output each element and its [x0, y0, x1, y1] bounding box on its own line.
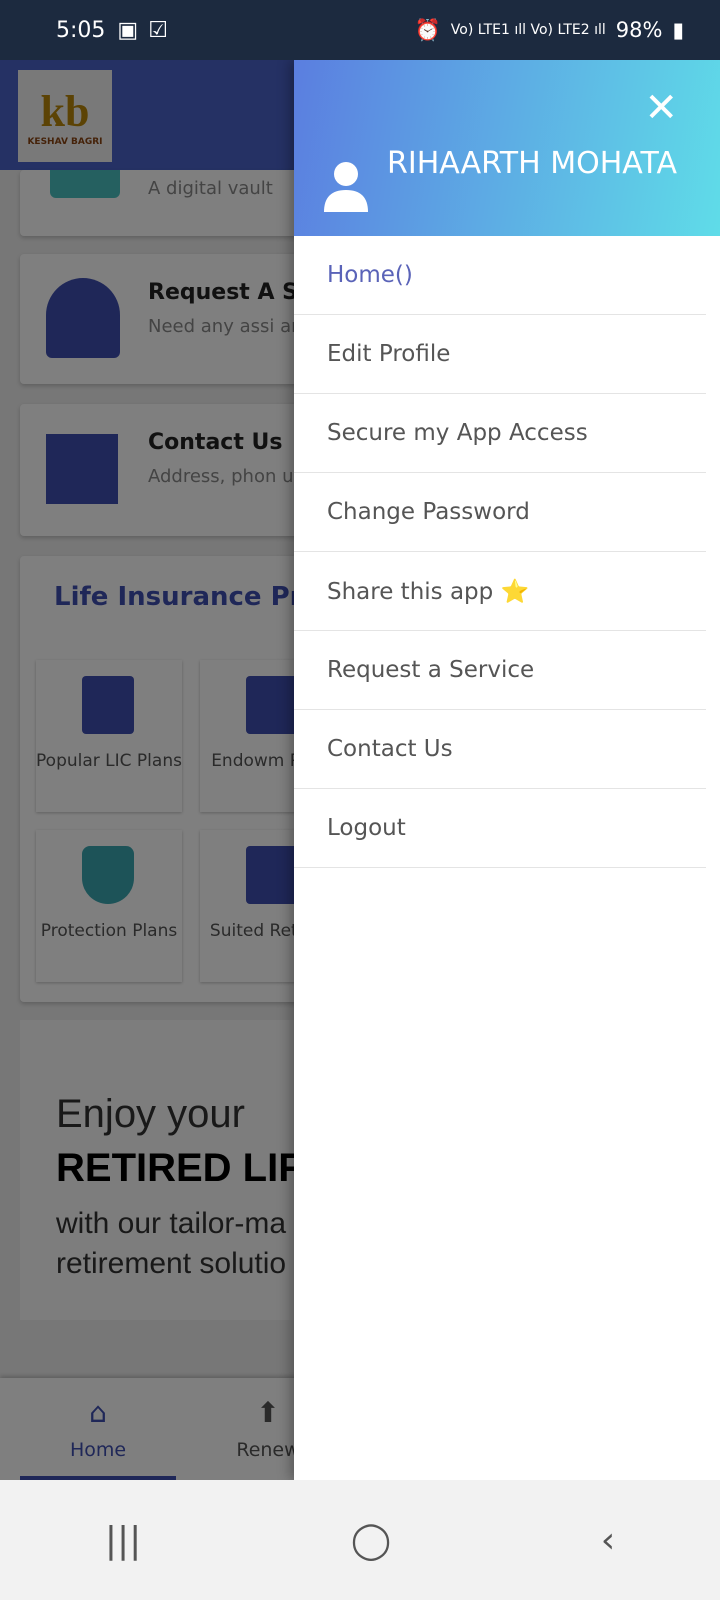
menu-logout[interactable]: Logout [294, 789, 706, 868]
close-icon[interactable]: ✕ [644, 88, 678, 128]
recents-icon[interactable]: ||| [105, 1520, 141, 1561]
menu-change-password[interactable]: Change Password [294, 473, 706, 552]
menu-home[interactable]: Home() [294, 236, 706, 315]
clock: 5:05 [56, 17, 106, 43]
user-icon [324, 162, 368, 212]
image-icon: ▣ [117, 17, 139, 43]
status-bar: 5:05 ▣ ☑ ⏰ Vo) LTE1 ıll Vo) LTE2 ıll 98%… [0, 0, 720, 60]
check-icon: ☑ [148, 17, 168, 43]
menu-share-app[interactable]: Share this app ⭐ [294, 552, 706, 631]
alarm-icon: ⏰ [414, 17, 441, 42]
signal-icon: Vo) LTE1 ıll Vo) LTE2 ıll [450, 22, 606, 38]
menu-secure-app-access[interactable]: Secure my App Access [294, 394, 706, 473]
menu-request-service[interactable]: Request a Service [294, 631, 706, 710]
battery-icon: ▮ [672, 18, 684, 42]
user-name: RIHAARTH MOHATA [387, 146, 677, 181]
back-icon[interactable]: ‹ [601, 1520, 615, 1561]
menu-edit-profile[interactable]: Edit Profile [294, 315, 706, 394]
menu-contact-us[interactable]: Contact Us [294, 710, 706, 789]
battery-level: 98% [615, 18, 663, 42]
drawer-header: ✕ RIHAARTH MOHATA [294, 60, 720, 236]
home-button-icon[interactable]: ◯ [351, 1520, 391, 1561]
system-nav-bar: ||| ◯ ‹ [0, 1480, 720, 1600]
navigation-drawer: ✕ RIHAARTH MOHATA Home() Edit Profile Se… [294, 60, 720, 1480]
